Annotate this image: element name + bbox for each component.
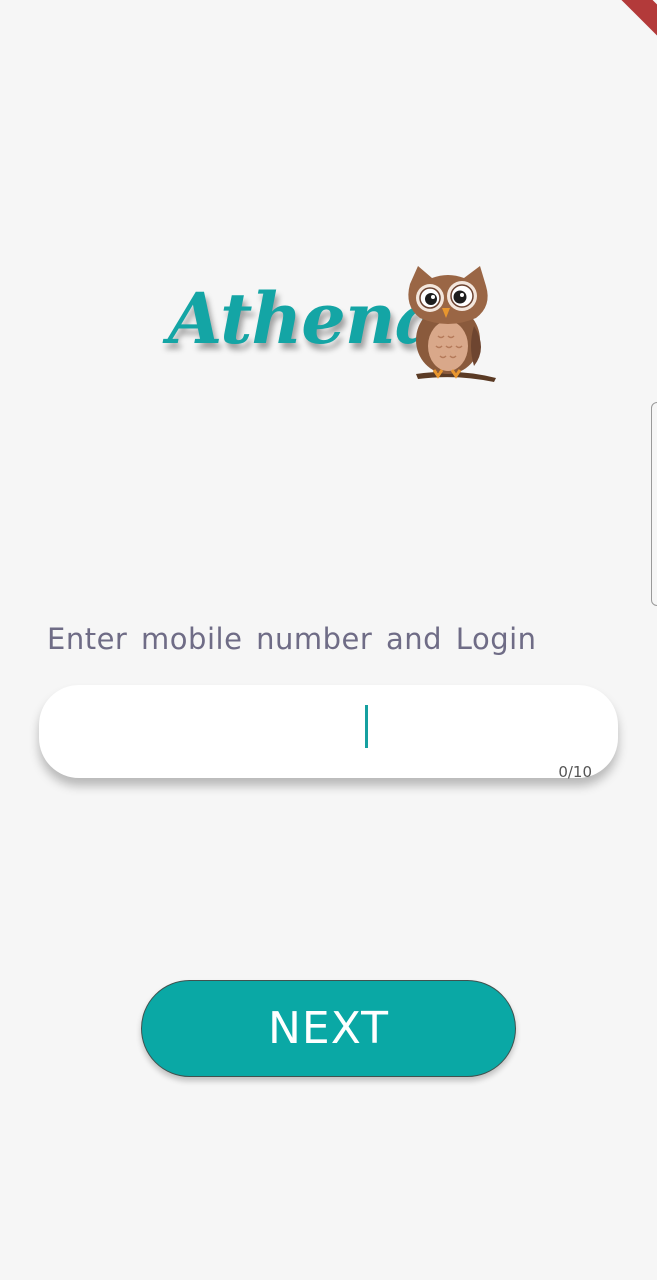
owl-icon <box>408 266 496 382</box>
next-button[interactable]: NEXT <box>141 980 516 1077</box>
character-counter: 0/10 <box>558 763 592 781</box>
debug-banner <box>595 0 657 52</box>
phone-input-container[interactable]: 0/10 <box>39 685 618 781</box>
side-drawer-handle[interactable] <box>651 402 657 606</box>
text-cursor <box>365 705 368 748</box>
app-logo: Athena <box>168 262 503 387</box>
phone-number-input[interactable] <box>69 685 592 765</box>
login-prompt: Enter mobile number and Login <box>47 622 537 656</box>
